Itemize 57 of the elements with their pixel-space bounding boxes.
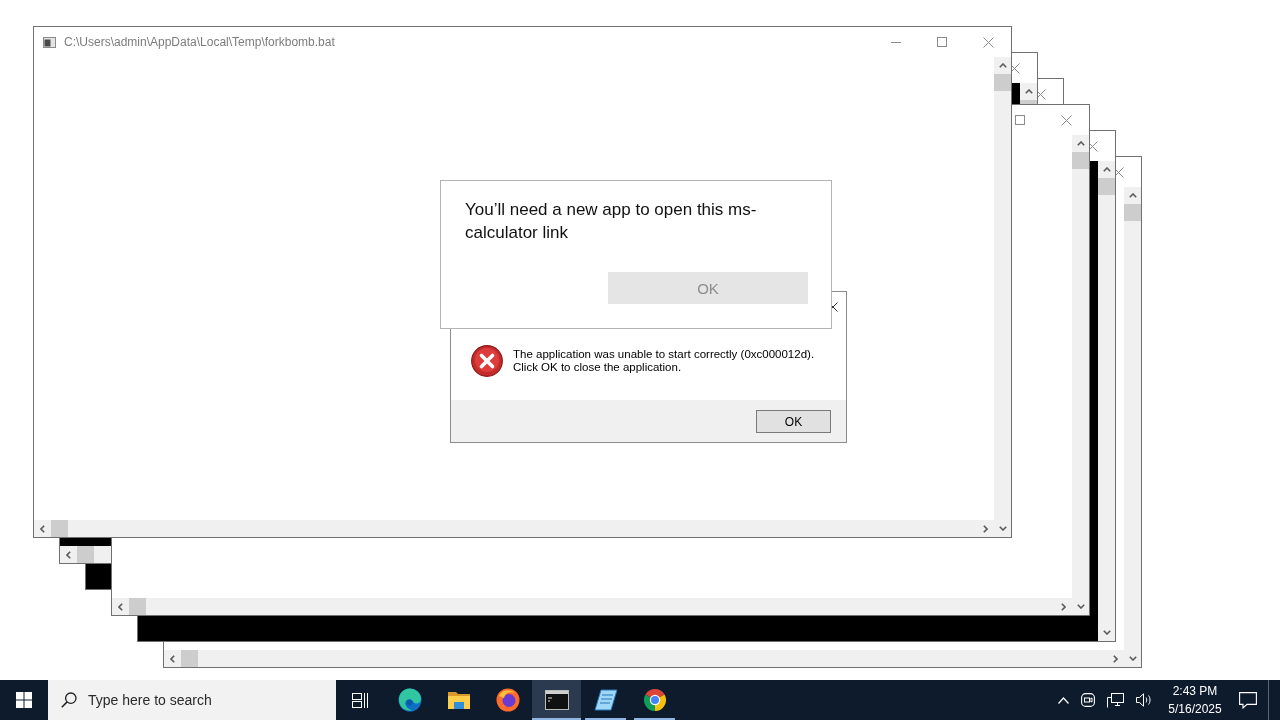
scroll-right-icon[interactable] [983,524,988,533]
scroll-left-icon[interactable] [118,602,123,611]
scroll-down-icon[interactable] [1102,630,1111,635]
maximize-icon[interactable] [1015,115,1025,125]
minimize-icon[interactable] [891,41,901,43]
scroll-up-icon[interactable] [1128,193,1137,198]
scrollbar-thumb[interactable] [129,598,146,615]
camera-icon[interactable] [1081,693,1095,707]
browser-icon [495,688,520,712]
notification-icon [1239,691,1257,709]
network-icon[interactable] [1107,692,1124,708]
terminal-icon [544,690,569,710]
scrollbar-thumb[interactable] [1124,204,1141,221]
window-title: C:\Users\admin\AppData\Local\Temp\forkbomb.bat [64,35,335,49]
taskbar-button[interactable] [532,680,581,720]
scroll-down-icon[interactable] [1076,604,1085,609]
scroll-up-icon[interactable] [998,63,1007,68]
scroll-up-icon[interactable] [1076,141,1085,146]
maximize-icon[interactable] [937,37,947,47]
start-icon [16,692,32,708]
browser-icon [397,688,422,712]
scroll-up-icon[interactable] [1024,89,1033,94]
terminal-icon [43,36,56,48]
scroll-left-icon[interactable] [40,524,45,533]
error-icon [471,344,503,377]
vertical-scrollbar[interactable] [1098,161,1115,641]
volume-icon[interactable] [1136,693,1152,707]
scroll-right-icon[interactable] [1061,602,1066,611]
scroll-left-icon[interactable] [66,550,71,559]
clock[interactable]: 2:43 PM 5/16/2025 [1162,680,1228,720]
horizontal-scrollbar[interactable] [112,598,1072,615]
vertical-scrollbar[interactable] [1072,135,1089,615]
scrollbar-thumb[interactable] [181,650,198,667]
folder-icon [446,690,471,710]
chevron-up-icon[interactable] [1058,696,1069,704]
scrollbar-thumb[interactable] [51,520,68,537]
horizontal-scrollbar[interactable] [34,520,994,537]
scrollbar-thumb[interactable] [77,546,94,563]
scroll-left-icon[interactable] [170,654,175,663]
search-icon [61,692,77,708]
horizontal-scrollbar[interactable] [164,650,1124,667]
scroll-right-icon[interactable] [1113,654,1118,663]
vertical-scrollbar[interactable] [994,57,1011,537]
scrollbar-thumb[interactable] [1072,152,1089,169]
scroll-up-icon[interactable] [1102,167,1111,172]
scrollbar-thumb[interactable] [1098,178,1115,195]
scroll-down-icon[interactable] [1128,656,1137,661]
notepad-icon [593,689,618,711]
search-field[interactable]: Type here to search [48,680,336,720]
vertical-scrollbar[interactable] [1124,187,1141,667]
scroll-down-icon[interactable] [998,526,1007,531]
ok-button[interactable]: OK [756,410,831,433]
scrollbar-thumb[interactable] [994,74,1011,91]
dialog-message: You’ll need a new app to open this ms-calculator link [465,199,758,244]
error-message: The application was unable to start correctly (0xc000012d). Click OK to close the application. [513,347,815,374]
browser-icon [642,688,667,712]
task-view-icon [352,692,369,708]
